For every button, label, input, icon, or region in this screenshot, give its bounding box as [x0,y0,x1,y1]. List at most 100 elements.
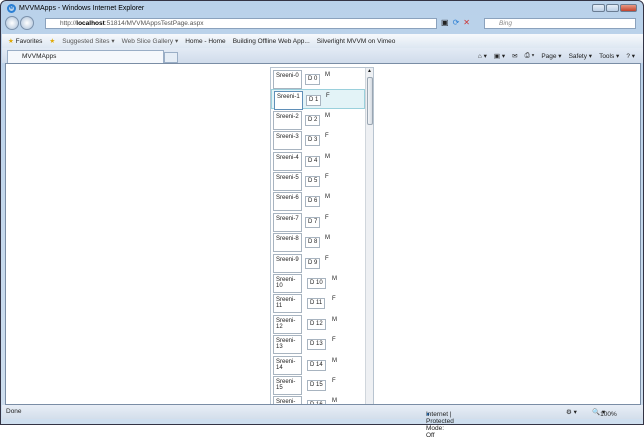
gender-label: F [326,93,330,100]
gender-label: M [325,112,330,119]
stop-icon[interactable]: ✕ [463,18,470,27]
people-listbox[interactable]: ▲ ▼ Sreeni-0D 0 M Sreeni-1D 1 F Sreeni-2D 2 M… [270,67,374,405]
protected-mode-icon[interactable]: ⚙ ▾ [566,408,577,416]
zoom-control[interactable]: 🔍 100% ▾ [592,408,617,418]
id-box: D 8 [305,237,321,249]
gender-label: M [332,357,337,364]
name-textbox[interactable]: Sreeni-5 [273,172,302,191]
id-box: D 7 [305,216,321,228]
list-item[interactable]: Sreeni-16D 16M [271,395,365,405]
id-box: D 9 [305,257,321,269]
id-box: D 3 [305,135,321,147]
tab-mvvmapps[interactable]: MVVMApps [7,50,164,63]
fav-building-offline[interactable]: Building Offline Web App... [233,38,310,45]
back-button[interactable] [5,16,19,30]
list-item[interactable]: Sreeni-6 D 6 M [271,191,365,212]
fav-home[interactable]: Home - Home [185,38,225,45]
browser-window: e MVVMApps - Windows Internet Explorer ht… [0,0,644,439]
mail-icon[interactable]: ✉ [512,52,517,60]
gender-label: F [325,214,329,221]
gender-label: F [332,378,336,384]
tools-menu[interactable]: Tools ▾ [599,52,619,60]
refresh-icon[interactable]: ⟳ [453,18,460,27]
feeds-icon[interactable]: ▣ ▾ [494,52,505,60]
list-item[interactable]: Sreeni-8 D 8 M [271,232,365,253]
fav-web-slice-gallery[interactable]: Web Slice Gallery ▾ [122,37,179,45]
name-textbox[interactable]: Sreeni-1 [274,91,303,111]
list-item[interactable]: Sreeni-12 D 12 M [271,314,365,334]
id-box: D 13 [307,339,326,351]
name-textbox[interactable]: Sreeni-9 [273,253,302,273]
gender-label: M [325,153,330,160]
name-textbox[interactable]: Sreeni-11 [273,294,302,314]
list-item[interactable]: Sreeni-11 D 11 F [271,293,365,314]
fav-suggested-sites[interactable]: Suggested Sites ▾ [62,37,114,45]
list-item[interactable]: Sreeni-4 D 4 M [271,151,365,171]
gender-label: F [325,255,329,262]
list-item[interactable]: Sreeni-0 D 0 M [271,69,365,89]
list-item[interactable]: Sreeni-2 D 2 M [271,110,365,130]
name-textbox[interactable]: Sreeni-15 [273,376,302,395]
id-box: D 11 [307,298,326,310]
list-item[interactable]: Sreeni-15 D 15 F [271,375,365,395]
tab-bar: MVVMApps ⌂ ▾ ▣ ▾ ✉ ⎙ ▾ Page ▾ Safety ▾ T… [2,48,643,63]
gender-label: M [332,316,337,323]
new-tab-button[interactable] [164,52,178,63]
id-box: D 14 [307,359,326,371]
print-icon[interactable]: ⎙ ▾ [525,52,535,60]
page-menu[interactable]: Page ▾ [541,52,561,60]
id-box: D 12 [307,318,326,330]
list-item[interactable]: Sreeni-1 D 1 F [271,89,365,111]
favorites-button[interactable]: ★ Favorites [8,37,42,45]
minimize-button[interactable] [592,4,605,12]
safety-menu[interactable]: Safety ▾ [569,52,593,60]
list-item[interactable]: Sreeni-9 D 9 F [271,253,365,273]
gender-label: F [332,337,336,344]
list-item[interactable]: Sreeni-3 D 3 F [271,130,365,151]
add-favorite-icon[interactable]: ★ [49,37,55,45]
address-bar[interactable]: http://localhost:51814/MVVMAppsTestPage.… [45,18,437,29]
list-item[interactable]: Sreeni-7 D 7 F [271,212,365,232]
gender-label: M [325,235,330,242]
search-input[interactable]: Bing [484,18,636,29]
maximize-button[interactable] [606,4,619,12]
list-item[interactable]: Sreeni-10 D 10 M [271,273,365,293]
gender-label: F [332,296,336,303]
window-title: MVVMApps - Windows Internet Explorer [19,5,145,12]
list-item[interactable]: Sreeni-5 D 5 F [271,171,365,191]
name-textbox[interactable]: Sreeni-7 [273,212,302,232]
scroll-up-icon[interactable]: ▲ [366,68,373,74]
list-item[interactable]: Sreeni-13 D 13 F [271,334,365,355]
name-textbox[interactable]: Sreeni-6 [273,192,302,212]
status-text: Done [6,408,22,415]
star-icon: ★ [8,38,14,45]
help-menu[interactable]: ? ▾ [626,52,635,60]
name-textbox[interactable]: Sreeni-2 [273,110,302,130]
name-textbox[interactable]: Sreeni-12 [273,314,302,334]
name-textbox[interactable]: Sreeni-13 [273,335,302,355]
gender-label: F [325,174,329,180]
name-textbox[interactable]: Sreeni-8 [273,233,302,253]
home-icon[interactable]: ⌂ ▾ [478,52,487,60]
page-content: ▲ ▼ Sreeni-0D 0 M Sreeni-1D 1 F Sreeni-2D 2 M… [5,63,641,405]
gender-label: M [332,276,337,282]
name-textbox[interactable]: Sreeni-14 [273,355,302,375]
forward-button[interactable] [20,16,34,30]
name-textbox[interactable]: Sreeni-16 [273,396,302,404]
gender-label: M [332,398,337,405]
id-box: D 10 [307,278,326,289]
id-box: D 6 [305,196,321,208]
name-textbox[interactable]: Sreeni-4 [273,151,302,171]
scroll-thumb[interactable] [367,77,373,125]
scrollbar[interactable]: ▲ ▼ [365,68,373,404]
name-textbox[interactable]: Sreeni-0 [273,70,302,89]
fav-silverlight-mvvm[interactable]: Silverlight MVVM on Vimeo [317,38,396,45]
name-textbox[interactable]: Sreeni-10 [273,274,302,293]
id-box: D 1 [306,95,322,107]
id-box: D 15 [307,380,326,391]
name-textbox[interactable]: Sreeni-3 [273,131,302,151]
list-item[interactable]: Sreeni-14 D 14 M [271,355,365,375]
status-bar: Done ● Internet | Protected Mode: Off ⚙ … [2,405,643,439]
compat-view-icon[interactable]: ▣ [441,18,449,27]
close-button[interactable] [620,4,637,12]
